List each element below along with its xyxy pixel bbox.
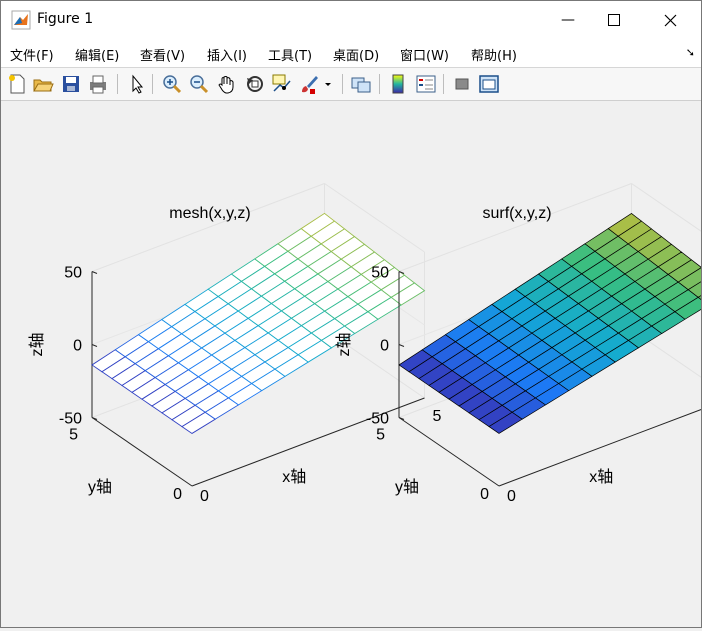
y-axis-label: y轴: [88, 478, 112, 496]
z-tick-label: 50: [371, 265, 389, 282]
z-tick-label: 0: [73, 338, 82, 355]
pan-icon[interactable]: [216, 73, 238, 95]
zoom-in-icon[interactable]: [161, 73, 183, 95]
new-figure-icon[interactable]: [6, 73, 28, 95]
edit-plot-icon[interactable]: [126, 73, 148, 95]
menu-desktop[interactable]: 桌面(D): [333, 45, 379, 64]
z-tick: [91, 344, 98, 347]
zoom-out-icon[interactable]: [188, 73, 210, 95]
hide-tools-icon[interactable]: [451, 73, 473, 95]
matlab-icon: [11, 10, 31, 30]
menu-insert[interactable]: 插入(I): [207, 45, 247, 64]
y-axis-line: [91, 417, 193, 487]
toolbar-separator: [342, 74, 343, 94]
data-cursor-icon[interactable]: [271, 73, 293, 95]
minimize-icon: —: [561, 12, 575, 28]
mesh-surface: [91, 212, 426, 434]
x-tick-label: 0: [200, 488, 209, 505]
maximize-icon: [608, 14, 620, 26]
menu-help[interactable]: 帮助(H): [471, 45, 517, 64]
menu-window[interactable]: 窗口(W): [400, 45, 449, 64]
y-tick-label: 5: [69, 427, 78, 444]
z-tick-label: -50: [59, 411, 82, 428]
link-plot-icon[interactable]: [350, 73, 372, 95]
dock-icon[interactable]: [478, 73, 500, 95]
y-tick-label: 0: [173, 486, 182, 503]
maximize-button[interactable]: [591, 1, 637, 39]
print-icon[interactable]: [87, 73, 109, 95]
rotate-3d-icon[interactable]: [244, 73, 266, 95]
toolbar-separator: [117, 74, 118, 94]
y-tick-label: 0: [480, 486, 489, 503]
x-axis-label: x轴: [589, 468, 613, 486]
x-tick-label: 0: [507, 488, 516, 505]
toolbar-separator: [152, 74, 153, 94]
z-axis-label: z轴: [28, 332, 46, 356]
y-tick-label: 5: [376, 427, 385, 444]
y-axis-line: [398, 417, 500, 487]
menu-view[interactable]: 查看(V): [140, 45, 185, 64]
z-tick: [398, 344, 405, 347]
legend-icon[interactable]: [415, 73, 437, 95]
toolbar-separator: [379, 74, 380, 94]
figure-canvas: mesh(x,y,z) 50 0 -50 5 0 0 5 x轴 y轴 z轴 surf(x,y,z) 50…: [1, 101, 702, 627]
menu-overflow-icon[interactable]: ➘: [686, 46, 695, 59]
open-icon[interactable]: [32, 73, 54, 95]
toolbar-separator: [443, 74, 444, 94]
z-tick: [91, 271, 98, 274]
z-tick-label: -50: [366, 411, 389, 428]
title-bar: Figure 1 —: [1, 1, 701, 39]
menu-file[interactable]: 文件(F): [10, 45, 54, 64]
x-axis-label: x轴: [282, 468, 306, 486]
figure-window: Figure 1 — 文件(F) 编辑(E) 查看(V) 插入(I) 工具(T)…: [0, 0, 702, 628]
z-tick-label: 0: [380, 338, 389, 355]
axes-title: mesh(x,y,z): [169, 205, 250, 222]
minimize-button[interactable]: —: [545, 1, 591, 39]
axes-title: surf(x,y,z): [482, 205, 551, 222]
save-icon[interactable]: [60, 73, 82, 95]
window-title: Figure 1: [37, 11, 94, 27]
brush-icon[interactable]: [298, 73, 320, 95]
menu-tools[interactable]: 工具(T): [268, 45, 312, 64]
axes-surf[interactable]: surf(x,y,z)500-505005x轴y轴z轴: [335, 183, 702, 506]
menu-bar: 文件(F) 编辑(E) 查看(V) 插入(I) 工具(T) 桌面(D) 窗口(W…: [1, 39, 701, 68]
close-button[interactable]: [647, 1, 693, 39]
plot-area: mesh(x,y,z)500-5050 05x轴y轴z轴surf(x,y,z)50…: [28, 183, 702, 506]
figure-toolbar: [1, 68, 701, 101]
colorbar-icon[interactable]: [387, 73, 409, 95]
y-axis-label: y轴: [395, 478, 419, 496]
z-axis-label: z轴: [335, 332, 353, 356]
menu-edit[interactable]: 编辑(E): [75, 45, 119, 64]
close-icon: [664, 14, 676, 26]
chevron-down-icon[interactable]: [321, 73, 335, 95]
z-tick-label: 50: [64, 265, 82, 282]
x-tick-label: 5: [433, 408, 442, 425]
